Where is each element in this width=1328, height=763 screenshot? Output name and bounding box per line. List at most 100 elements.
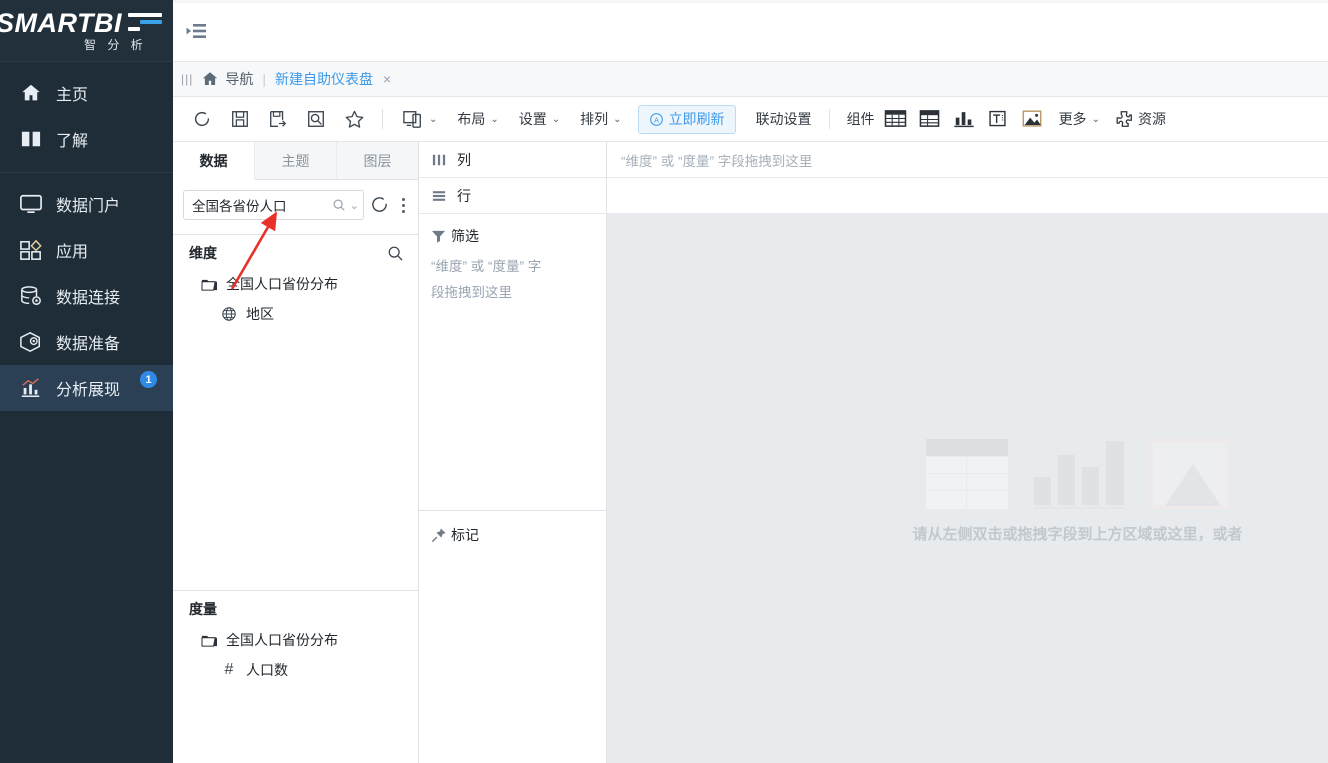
shelf-columns[interactable]: 列 <box>419 142 606 178</box>
tab-separator: | <box>262 71 266 87</box>
refresh-now-button[interactable]: A 立即刷新 <box>637 104 736 134</box>
text-box-icon[interactable] <box>981 103 1015 135</box>
sidebar-item-data-preparation[interactable]: 数据准备 <box>0 319 173 365</box>
chevron-down-icon[interactable]: ⌄ <box>350 199 359 212</box>
filter-shelf[interactable]: 筛选 “维度” 或 “度量” 字 段拖拽到这里 <box>419 214 606 306</box>
columns-dropzone[interactable]: “维度” 或 “度量” 字段拖拽到这里 <box>607 142 1328 178</box>
nav-label[interactable]: 导航 <box>225 69 253 89</box>
menu-label: 排列 <box>580 111 609 127</box>
bar-chart-icon[interactable] <box>947 103 981 135</box>
measure-section: 度量 全国人口省份分布 # 人口数 <box>173 591 418 763</box>
apps-icon <box>18 237 44 263</box>
drop-zones: “维度” 或 “度量” 字段拖拽到这里 <box>607 142 1328 214</box>
search-icon[interactable] <box>332 198 346 212</box>
tree-label: 全国人口省份分布 <box>226 632 338 648</box>
dimension-field-region[interactable]: 地区 <box>173 299 418 329</box>
home-icon[interactable] <box>201 70 219 88</box>
refresh-icon[interactable] <box>183 102 221 136</box>
dimension-folder[interactable]: 全国人口省份分布 <box>173 269 418 299</box>
left-sidebar: SMARTBI 智 分 析 主页 了解 数据门户 应用 数据连接 数据准备 分析… <box>0 0 173 763</box>
save-as-icon[interactable] <box>259 102 297 136</box>
menu-arrange[interactable]: 排列 ⌄ <box>570 102 631 136</box>
tab-data[interactable]: 数据 <box>173 142 255 180</box>
marks-shelf[interactable]: 标记 <box>419 511 606 559</box>
filter-icon <box>431 229 446 243</box>
menu-layout[interactable]: 布局 ⌄ <box>447 102 508 136</box>
save-icon[interactable] <box>221 102 259 136</box>
chart-icon <box>18 375 44 401</box>
menu-settings[interactable]: 设置 ⌄ <box>509 102 570 136</box>
filter-spacer <box>419 306 606 511</box>
home-icon <box>18 80 44 106</box>
monitor-icon <box>18 191 44 217</box>
sidebar-item-label: 数据门户 <box>56 198 121 215</box>
table-icon[interactable] <box>879 103 913 135</box>
sidebar-item-apps[interactable]: 应用 <box>0 227 173 273</box>
dashboard-canvas[interactable]: 请从左侧双击或拖拽字段到上方区域或这里，或者 <box>607 214 1328 763</box>
rows-dropzone[interactable] <box>607 178 1328 214</box>
tab-theme[interactable]: 主题 <box>255 142 337 179</box>
tab-layer[interactable]: 图层 <box>337 142 418 179</box>
main-area: ||| 导航 | 新建自助仪表盘 × ⌄ 布局 ⌄ 设置 ⌄ 排列 ⌄ A 立即… <box>173 0 1328 763</box>
search-icon[interactable] <box>387 245 404 262</box>
sidebar-divider <box>0 172 173 173</box>
number-hash-icon: # <box>224 661 234 678</box>
chevron-down-icon: ⌄ <box>551 113 561 125</box>
favorite-star-icon[interactable] <box>335 102 373 136</box>
dimension-section: 维度 全国人口省份分布 地区 <box>173 235 418 586</box>
toolbar-divider <box>382 109 383 129</box>
chevron-down-icon: ⌄ <box>429 113 438 125</box>
dataset-selector-row: 全国各省份人口 ⌄ <box>173 180 418 230</box>
filter-hint-line2: 段拖拽到这里 <box>431 285 512 300</box>
shelf-label: 列 <box>457 151 471 168</box>
measure-folder[interactable]: 全国人口省份分布 <box>173 625 418 655</box>
sidebar-item-label: 了解 <box>56 133 89 150</box>
puzzle-icon <box>1116 111 1132 127</box>
link-settings-button[interactable]: 联动设置 <box>748 109 820 129</box>
tree-label: 地区 <box>246 306 274 322</box>
sidebar-item-label: 数据连接 <box>56 290 121 307</box>
sidebar-item-label: 分析展现 <box>56 382 121 399</box>
menu-more[interactable]: 更多 ⌄ <box>1049 102 1110 136</box>
sidebar-nav: 主页 了解 数据门户 应用 数据连接 数据准备 分析展现 1 <box>0 62 173 411</box>
more-vertical-icon[interactable] <box>396 197 410 213</box>
dataset-select[interactable]: 全国各省份人口 ⌄ <box>183 190 364 220</box>
shelf-panel: 列 行 筛选 “维度” 或 “度量” 字 段拖拽到这里 标记 <box>419 142 607 763</box>
sidebar-item-learn[interactable]: 了解 <box>0 116 173 162</box>
device-layout-button[interactable]: ⌄ <box>392 102 447 136</box>
close-icon[interactable]: × <box>383 71 391 87</box>
menu-label: 更多 <box>1058 111 1087 127</box>
dataset-refresh-icon[interactable] <box>370 195 390 215</box>
crosstab-icon[interactable] <box>913 103 947 135</box>
database-gear-icon <box>18 283 44 309</box>
panel-tabs: 数据 主题 图层 <box>173 142 418 180</box>
measure-field-population[interactable]: # 人口数 <box>173 655 418 685</box>
tab-new-dashboard[interactable]: 新建自助仪表盘 <box>275 69 373 89</box>
resource-button[interactable]: 资源 <box>1110 102 1176 136</box>
filter-label: 筛选 <box>451 228 479 244</box>
sidebar-item-home[interactable]: 主页 <box>0 70 173 116</box>
sidebar-item-data-portal[interactable]: 数据门户 <box>0 181 173 227</box>
menu-label: 设置 <box>518 111 547 127</box>
sidebar-item-label: 主页 <box>56 87 89 104</box>
marks-label: 标记 <box>451 527 479 543</box>
placeholder-icons <box>925 434 1230 509</box>
folder-icon <box>199 633 219 648</box>
chevron-down-icon: ⌄ <box>1091 113 1100 125</box>
top-strip <box>173 0 1328 62</box>
filter-header: 筛选 <box>431 226 594 246</box>
collapse-panel-icon[interactable] <box>185 19 209 43</box>
dataset-name: 全国各省份人口 <box>192 199 287 214</box>
image-icon[interactable] <box>1015 103 1049 135</box>
canvas-placeholder: 请从左侧双击或拖拽字段到上方区域或这里，或者 <box>728 434 1328 544</box>
drag-grip-icon[interactable]: ||| <box>181 72 193 86</box>
brand-mark-icon <box>128 13 162 33</box>
book-icon <box>18 126 44 152</box>
shelf-rows[interactable]: 行 <box>419 178 606 214</box>
shelf-label: 行 <box>457 187 471 204</box>
sidebar-item-analysis-display[interactable]: 分析展现 1 <box>0 365 173 411</box>
toolbar: ⌄ 布局 ⌄ 设置 ⌄ 排列 ⌄ A 立即刷新 联动设置 组件 更多 ⌄ 资源 <box>173 97 1328 142</box>
sidebar-item-data-connection[interactable]: 数据连接 <box>0 273 173 319</box>
marks-drop-area[interactable] <box>419 559 606 763</box>
preview-icon[interactable] <box>297 102 335 136</box>
